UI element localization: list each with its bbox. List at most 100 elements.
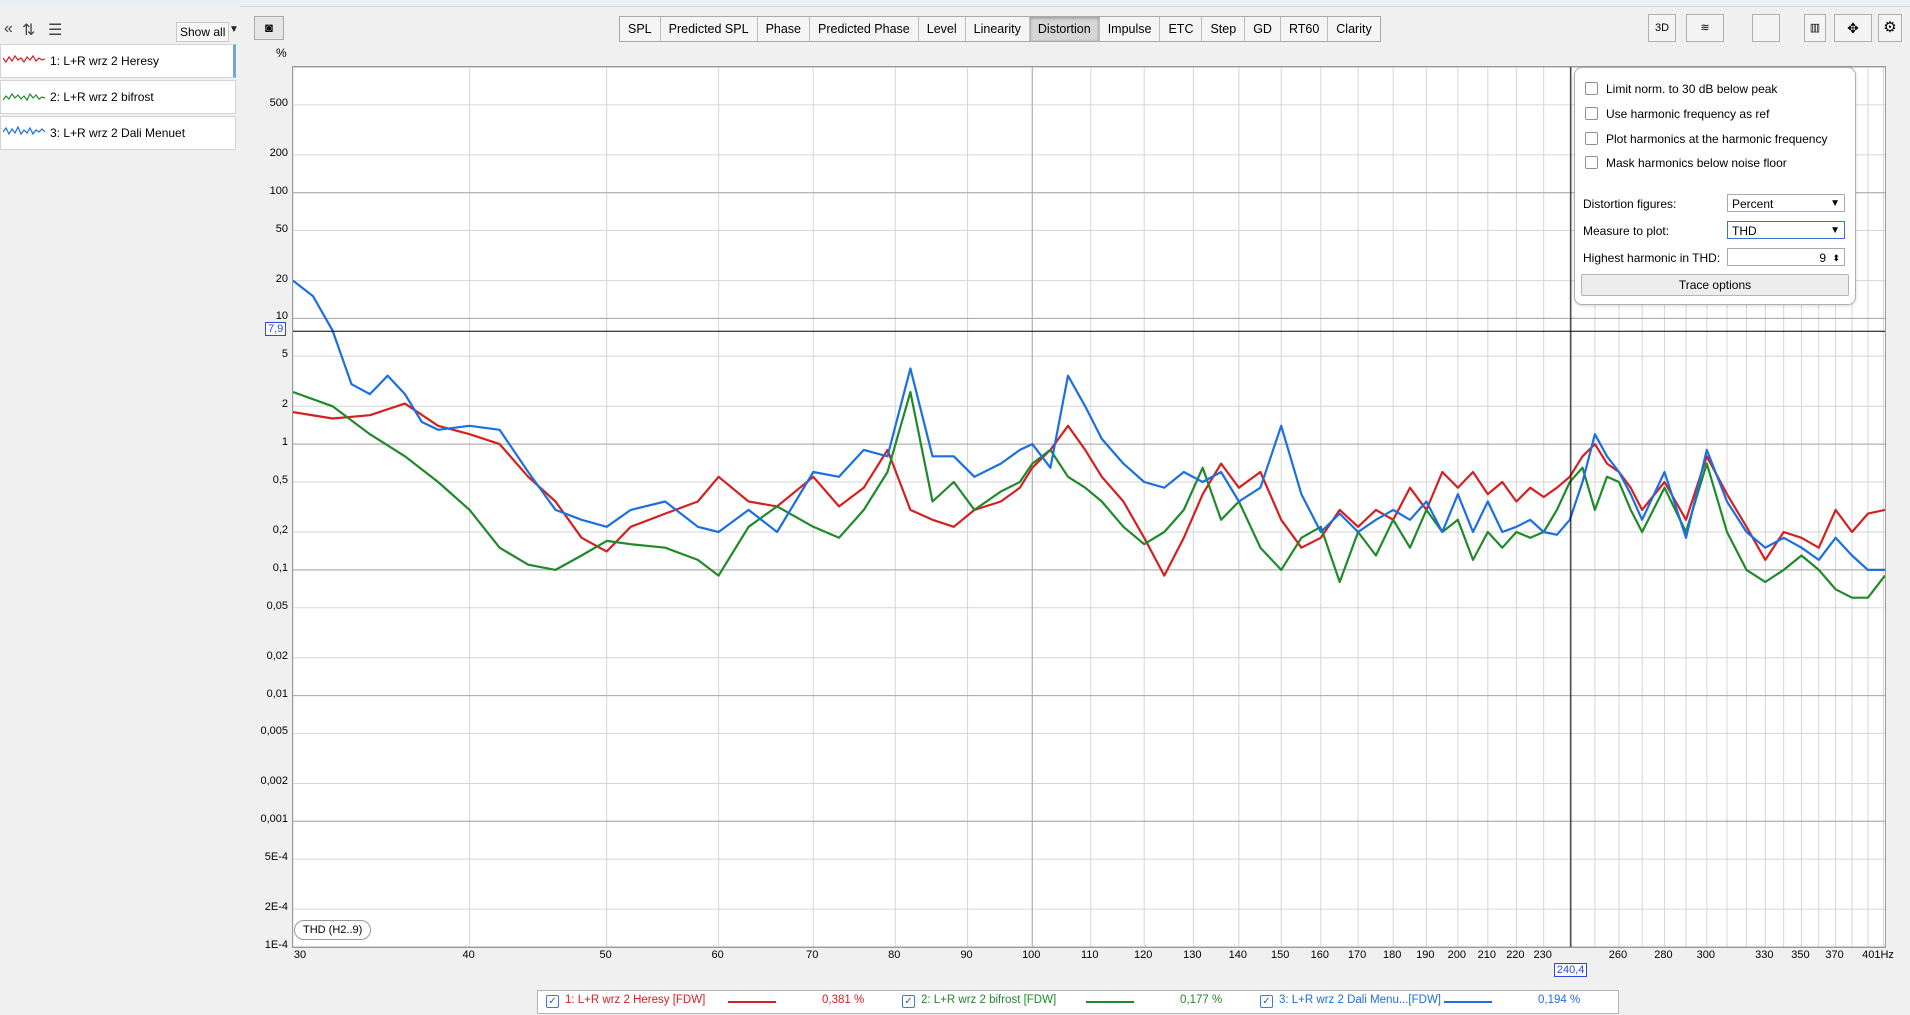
select-value: THD (1732, 224, 1757, 238)
tab-predicted-phase[interactable]: Predicted Phase (810, 17, 919, 41)
y-tick-label: 1 (281, 436, 288, 449)
legend-checkbox[interactable]: ✓ (1260, 995, 1273, 1008)
measure-to-plot-select[interactable]: THD ▼ (1727, 221, 1845, 239)
y-tick-label: 0,02 (266, 649, 288, 662)
checkbox-label: Limit norm. to 30 dB below peak (1606, 82, 1778, 96)
tab-predicted-spl[interactable]: Predicted SPL (661, 17, 758, 41)
tab-phase[interactable]: Phase (758, 17, 811, 41)
tab-gd[interactable]: GD (1245, 17, 1281, 41)
menu-icon[interactable]: ☰ (48, 20, 62, 40)
move-icon[interactable]: ✥ (1834, 14, 1872, 42)
trace-item[interactable]: 3: L+R wrz 2 Dali Menuet (0, 116, 236, 150)
y-tick-label: 100 (269, 184, 288, 197)
legend-item[interactable]: ✓ 3: L+R wrz 2 Dali Menu...[FDW] (1260, 994, 1441, 1008)
y-tick-label: 0,1 (272, 561, 288, 574)
x-tick-label: 50 (599, 949, 612, 961)
distortion-figures-label: Distortion figures: (1583, 197, 1677, 211)
tab-step[interactable]: Step (1202, 17, 1246, 41)
mask-harmonics-checkbox[interactable]: Mask harmonics below noise floor (1585, 156, 1787, 170)
trace-label: 2: L+R wrz 2 bifrost (50, 90, 154, 104)
distortion-options-panel: Limit norm. to 30 dB below peak Use harm… (1574, 67, 1856, 305)
legend-swatch (1086, 1001, 1134, 1003)
distortion-figures-select[interactable]: Percent ▼ (1727, 194, 1845, 212)
gear-icon[interactable]: ⚙ (1878, 14, 1902, 42)
y-tick-label: 10 (275, 310, 288, 323)
highest-harmonic-spinner[interactable]: 9 ⬍ (1727, 248, 1845, 266)
y-unit-label: % (276, 46, 287, 60)
chevron-down-icon[interactable]: ▼ (229, 24, 239, 35)
trace-item[interactable]: 1: L+R wrz 2 Heresy (0, 44, 236, 78)
x-tick-label: 280 (1654, 949, 1673, 961)
series-line (293, 390, 1885, 599)
checkbox-box[interactable] (1585, 132, 1598, 145)
trace-options-button[interactable]: Trace options (1581, 274, 1849, 296)
spinner-arrows-icon[interactable]: ⬍ (1832, 249, 1840, 267)
tab-spl[interactable]: SPL (620, 17, 661, 41)
x-tick-label: 30 (293, 949, 307, 961)
trace-thumbnail-icon (3, 92, 45, 102)
x-tick-label: 100 (1022, 949, 1041, 961)
sort-icon[interactable]: ⇅ (22, 20, 35, 40)
y-tick-label: 50 (275, 222, 288, 235)
checkbox-label: Use harmonic frequency as ref (1606, 107, 1770, 121)
tab-distortion[interactable]: Distortion (1029, 17, 1100, 41)
legend-checkbox[interactable]: ✓ (902, 995, 915, 1008)
checkbox-box[interactable] (1585, 82, 1598, 95)
y-tick-label: 200 (269, 146, 288, 159)
legend-label: 3: L+R wrz 2 Dali Menu...[FDW] (1279, 994, 1441, 1006)
legend-item[interactable]: ✓ 2: L+R wrz 2 bifrost [FDW] (902, 994, 1056, 1008)
y-tick-label: 2 (281, 398, 288, 411)
3d-button[interactable]: 3D (1648, 14, 1676, 42)
tab-linearity[interactable]: Linearity (966, 17, 1030, 41)
legend-item[interactable]: ✓ 1: L+R wrz 2 Heresy [FDW] (546, 994, 705, 1008)
y-tick-label: 0,01 (266, 687, 288, 700)
spinner-value: 9 (1819, 251, 1826, 265)
x-tick-label: 230 (1533, 949, 1552, 961)
legend-label: 2: L+R wrz 2 bifrost [FDW] (921, 994, 1057, 1006)
x-tick-label: 90 (960, 949, 973, 961)
measure-to-plot-label: Measure to plot: (1583, 224, 1670, 238)
x-tick-label: 150 (1271, 949, 1290, 961)
select-value: Percent (1732, 197, 1774, 211)
tab-clarity[interactable]: Clarity (1328, 17, 1379, 41)
tab-etc[interactable]: ETC (1160, 17, 1203, 41)
collapse-icon[interactable]: « (4, 20, 13, 38)
show-all-select[interactable]: Show all (176, 22, 230, 42)
x-tick-label: 40 (462, 949, 475, 961)
x-tick-label: 160 (1310, 949, 1330, 961)
tab-level[interactable]: Level (919, 17, 966, 41)
harmonic-ref-checkbox[interactable]: Use harmonic frequency as ref (1585, 107, 1769, 121)
limit-norm-checkbox[interactable]: Limit norm. to 30 dB below peak (1585, 82, 1777, 96)
x-tick-label: 170 (1347, 949, 1367, 961)
single-graph-icon[interactable] (1752, 14, 1780, 42)
graph-tabs: SPL Predicted SPL Phase Predicted Phase … (619, 16, 1381, 42)
plot-harmonics-checkbox[interactable]: Plot harmonics at the harmonic frequency (1585, 132, 1827, 146)
checkbox-label: Plot harmonics at the harmonic frequency (1606, 132, 1828, 146)
x-tick-label: 401Hz (1862, 949, 1894, 961)
tab-rt60[interactable]: RT60 (1281, 17, 1329, 41)
checkbox-box[interactable] (1585, 156, 1598, 169)
x-tick-label: 140 (1228, 949, 1248, 961)
camera-icon[interactable]: ◙ (254, 16, 284, 40)
legend-swatch (728, 1001, 776, 1003)
y-tick-label: 20 (275, 272, 288, 285)
x-tick-label: 120 (1134, 949, 1153, 961)
tab-impulse[interactable]: Impulse (1100, 17, 1161, 41)
trace-item[interactable]: 2: L+R wrz 2 bifrost (0, 80, 236, 114)
y-tick-label: 2E-4 (264, 901, 288, 914)
overlay-panel: « ⇅ ☰ Show all ▼ 1: L+R wrz 2 Heresy 2: … (0, 6, 240, 1015)
waterfall-icon[interactable]: ≋ (1686, 14, 1724, 42)
cursor-x-readout: 240,4 (1553, 963, 1588, 977)
split-graph-icon[interactable]: ▥ (1804, 14, 1826, 42)
checkbox-box[interactable] (1585, 107, 1598, 120)
x-tick-label: 60 (711, 949, 724, 961)
x-tick-label: 130 (1183, 949, 1202, 961)
y-tick-label: 0,2 (272, 524, 288, 536)
y-tick-label: 0,005 (260, 725, 288, 738)
legend-value: 0,381 % (822, 994, 865, 1006)
legend-checkbox[interactable]: ✓ (546, 995, 559, 1008)
y-tick-label: 0,002 (260, 775, 288, 788)
x-tick-label: 300 (1696, 949, 1715, 961)
checkbox-label: Mask harmonics below noise floor (1606, 156, 1787, 170)
x-tick-label: 70 (806, 949, 819, 961)
